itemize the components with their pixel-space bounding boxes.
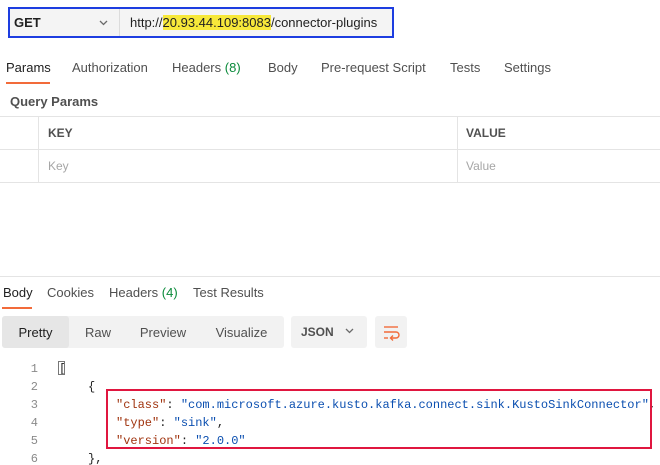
method-select[interactable]: GET xyxy=(10,9,120,36)
line-number: 5 xyxy=(30,434,38,448)
value-column-header: VALUE xyxy=(466,126,506,140)
url-host: 20.93.44.109:8083 xyxy=(162,15,271,30)
line-number: 3 xyxy=(30,398,38,412)
key-column-header: KEY xyxy=(48,126,73,140)
request-tabs: Params Authorization Headers (8) Body Pr… xyxy=(0,56,660,86)
code-line: { xyxy=(88,380,96,394)
bracket-match-marker xyxy=(58,361,65,375)
key-input[interactable]: Key xyxy=(48,159,69,173)
line-number: 2 xyxy=(30,380,38,394)
tab-params[interactable]: Params xyxy=(6,60,51,75)
value-input[interactable]: Value xyxy=(466,159,496,173)
response-tab-test-results[interactable]: Test Results xyxy=(193,285,264,300)
wrap-lines-button[interactable] xyxy=(375,316,407,348)
tab-settings[interactable]: Settings xyxy=(504,60,551,75)
view-pretty-button[interactable]: Pretty xyxy=(2,316,69,348)
format-label: JSON xyxy=(301,325,334,339)
view-visualize-button[interactable]: Visualize xyxy=(199,316,284,348)
response-tab-headers[interactable]: Headers (4) xyxy=(109,285,178,300)
annotation-box xyxy=(106,389,652,449)
query-params-table: KEY VALUE Key Value xyxy=(0,116,660,183)
chevron-down-icon xyxy=(98,17,109,31)
view-raw-button[interactable]: Raw xyxy=(69,316,127,348)
view-preview-button[interactable]: Preview xyxy=(127,316,199,348)
table-header-row xyxy=(0,117,660,150)
request-bar: GET http://20.93.44.109:8083/connector-p… xyxy=(8,7,394,38)
view-mode-selector: Pretty Raw Preview Visualize xyxy=(2,316,284,348)
tab-authorization[interactable]: Authorization xyxy=(72,60,148,75)
active-tab-indicator xyxy=(6,82,50,84)
url-input[interactable]: http://20.93.44.109:8083/connector-plugi… xyxy=(120,9,392,36)
line-number: 4 xyxy=(30,416,38,430)
response-tab-body[interactable]: Body xyxy=(3,285,33,300)
query-params-title: Query Params xyxy=(10,94,99,109)
pane-divider[interactable] xyxy=(0,276,660,277)
tab-pre-request-script[interactable]: Pre-request Script xyxy=(321,60,426,75)
active-response-tab-indicator xyxy=(2,307,32,309)
tab-headers[interactable]: Headers (8) xyxy=(172,60,241,75)
format-select[interactable]: JSON xyxy=(291,316,367,348)
url-path: /connector-plugins xyxy=(270,15,378,30)
code-line: }, xyxy=(88,452,103,465)
tab-body[interactable]: Body xyxy=(268,60,298,75)
wrap-lines-icon xyxy=(384,326,400,341)
tab-tests[interactable]: Tests xyxy=(450,60,480,75)
url-prefix: http:// xyxy=(130,15,163,30)
line-number: 1 xyxy=(30,362,38,376)
line-number: 6 xyxy=(30,452,38,465)
method-label: GET xyxy=(14,15,41,30)
response-tabs: Body Cookies Headers (4) Test Results xyxy=(0,281,660,309)
response-tab-cookies[interactable]: Cookies xyxy=(47,285,94,300)
chevron-down-icon xyxy=(344,325,355,339)
